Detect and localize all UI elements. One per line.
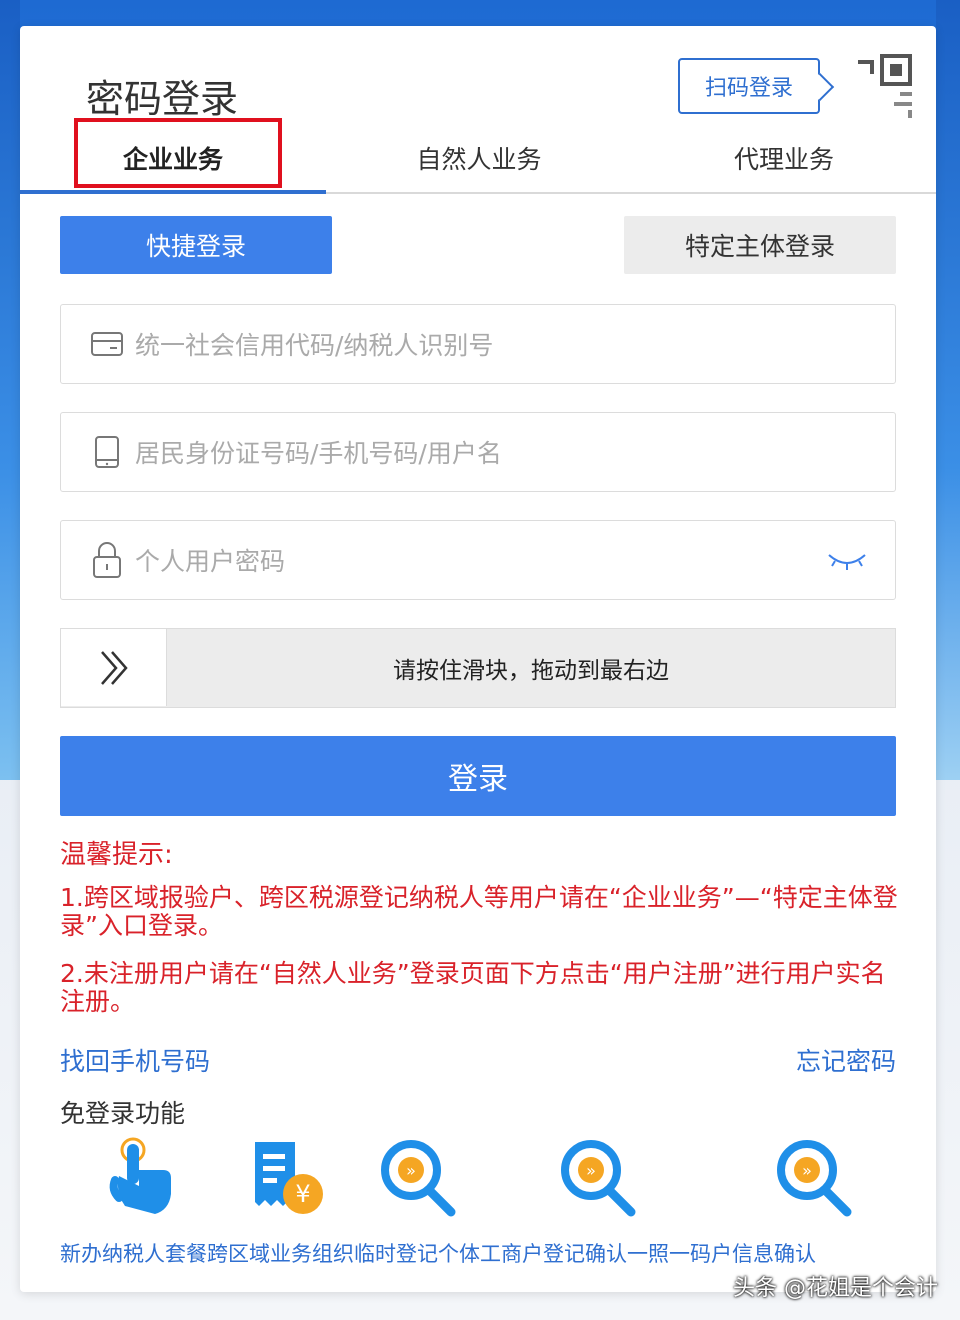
tab-natural-person[interactable]: 自然人业务: [326, 122, 632, 194]
func-label-one-license-code[interactable]: 一照一码户信息确认: [627, 1238, 816, 1268]
login-card: 密码登录 扫码登录 企业业务 自然人业务 代理业务 快捷登录 特定主体登录 统一…: [20, 26, 936, 1292]
free-login-labels: 新办纳税人套餐 跨区域业务 组织临时登记 个体工商户登记确认 一照一码户信息确认: [60, 1238, 930, 1268]
card-icon: [89, 326, 125, 362]
slider-captcha: 请按住滑块，拖动到最右边: [60, 628, 896, 708]
credit-code-placeholder: 统一社会信用代码/纳税人识别号: [135, 331, 494, 360]
id-input[interactable]: 居民身份证号码/手机号码/用户名: [60, 412, 896, 492]
search-arrow-icon[interactable]: »: [372, 1136, 462, 1220]
page-title: 密码登录: [86, 77, 239, 121]
watermark: 头条 @花姐是个会计: [733, 1276, 938, 1301]
annotation-highlight-box: [74, 118, 282, 188]
func-label-individual-business[interactable]: 个体工商户登记确认: [438, 1238, 627, 1268]
background-left: [0, 0, 20, 780]
eye-closed-icon[interactable]: [827, 547, 867, 573]
recover-phone-link[interactable]: 找回手机号码: [60, 1042, 210, 1078]
background-right: [936, 0, 960, 780]
active-tab-indicator: [20, 190, 326, 194]
search-arrow-icon[interactable]: »: [768, 1136, 858, 1220]
id-placeholder: 居民身份证号码/手机号码/用户名: [135, 439, 502, 468]
phone-icon: [89, 434, 125, 470]
scan-login-button[interactable]: 扫码登录: [678, 58, 820, 114]
password-placeholder: 个人用户密码: [135, 547, 286, 576]
credit-code-input[interactable]: 统一社会信用代码/纳税人识别号: [60, 304, 896, 384]
search-arrow-icon[interactable]: »: [552, 1136, 642, 1220]
svg-text:¥: ¥: [295, 1180, 310, 1208]
slider-instruction: 请按住滑块，拖动到最右边: [393, 657, 669, 684]
double-chevron-right-icon: [100, 650, 128, 685]
tab-agent[interactable]: 代理业务: [632, 122, 936, 194]
func-label-temp-registration[interactable]: 组织临时登记: [312, 1238, 438, 1268]
func-label-new-taxpayer[interactable]: 新办纳税人套餐: [60, 1238, 207, 1268]
svg-text:»: »: [802, 1161, 812, 1180]
tips-title: 温馨提示:: [60, 840, 173, 870]
tip-item-1: 1.跨区域报验户、跨区税源登记纳税人等用户请在“企业业务”—“特定主体登录”入口…: [60, 883, 898, 940]
login-button[interactable]: 登录: [60, 736, 896, 816]
quick-login-button[interactable]: 快捷登录: [60, 216, 332, 274]
special-entity-login-button[interactable]: 特定主体登录: [624, 216, 896, 274]
forgot-password-link[interactable]: 忘记密码: [796, 1042, 896, 1078]
receipt-yen-icon[interactable]: ¥: [242, 1136, 332, 1220]
lock-icon: [89, 542, 125, 578]
func-label-cross-region[interactable]: 跨区域业务: [207, 1238, 312, 1268]
svg-text:»: »: [406, 1161, 416, 1180]
free-login-title: 免登录功能: [60, 1099, 186, 1128]
tip-item-2: 2.未注册用户请在“自然人业务”登录页面下方点击“用户注册”进行用户实名注册。: [60, 959, 886, 1016]
svg-text:»: »: [586, 1161, 596, 1180]
qr-code-icon[interactable]: [838, 52, 918, 122]
password-input[interactable]: 个人用户密码: [60, 520, 896, 600]
slider-handle[interactable]: [61, 629, 167, 706]
hand-tap-icon[interactable]: [100, 1136, 190, 1220]
